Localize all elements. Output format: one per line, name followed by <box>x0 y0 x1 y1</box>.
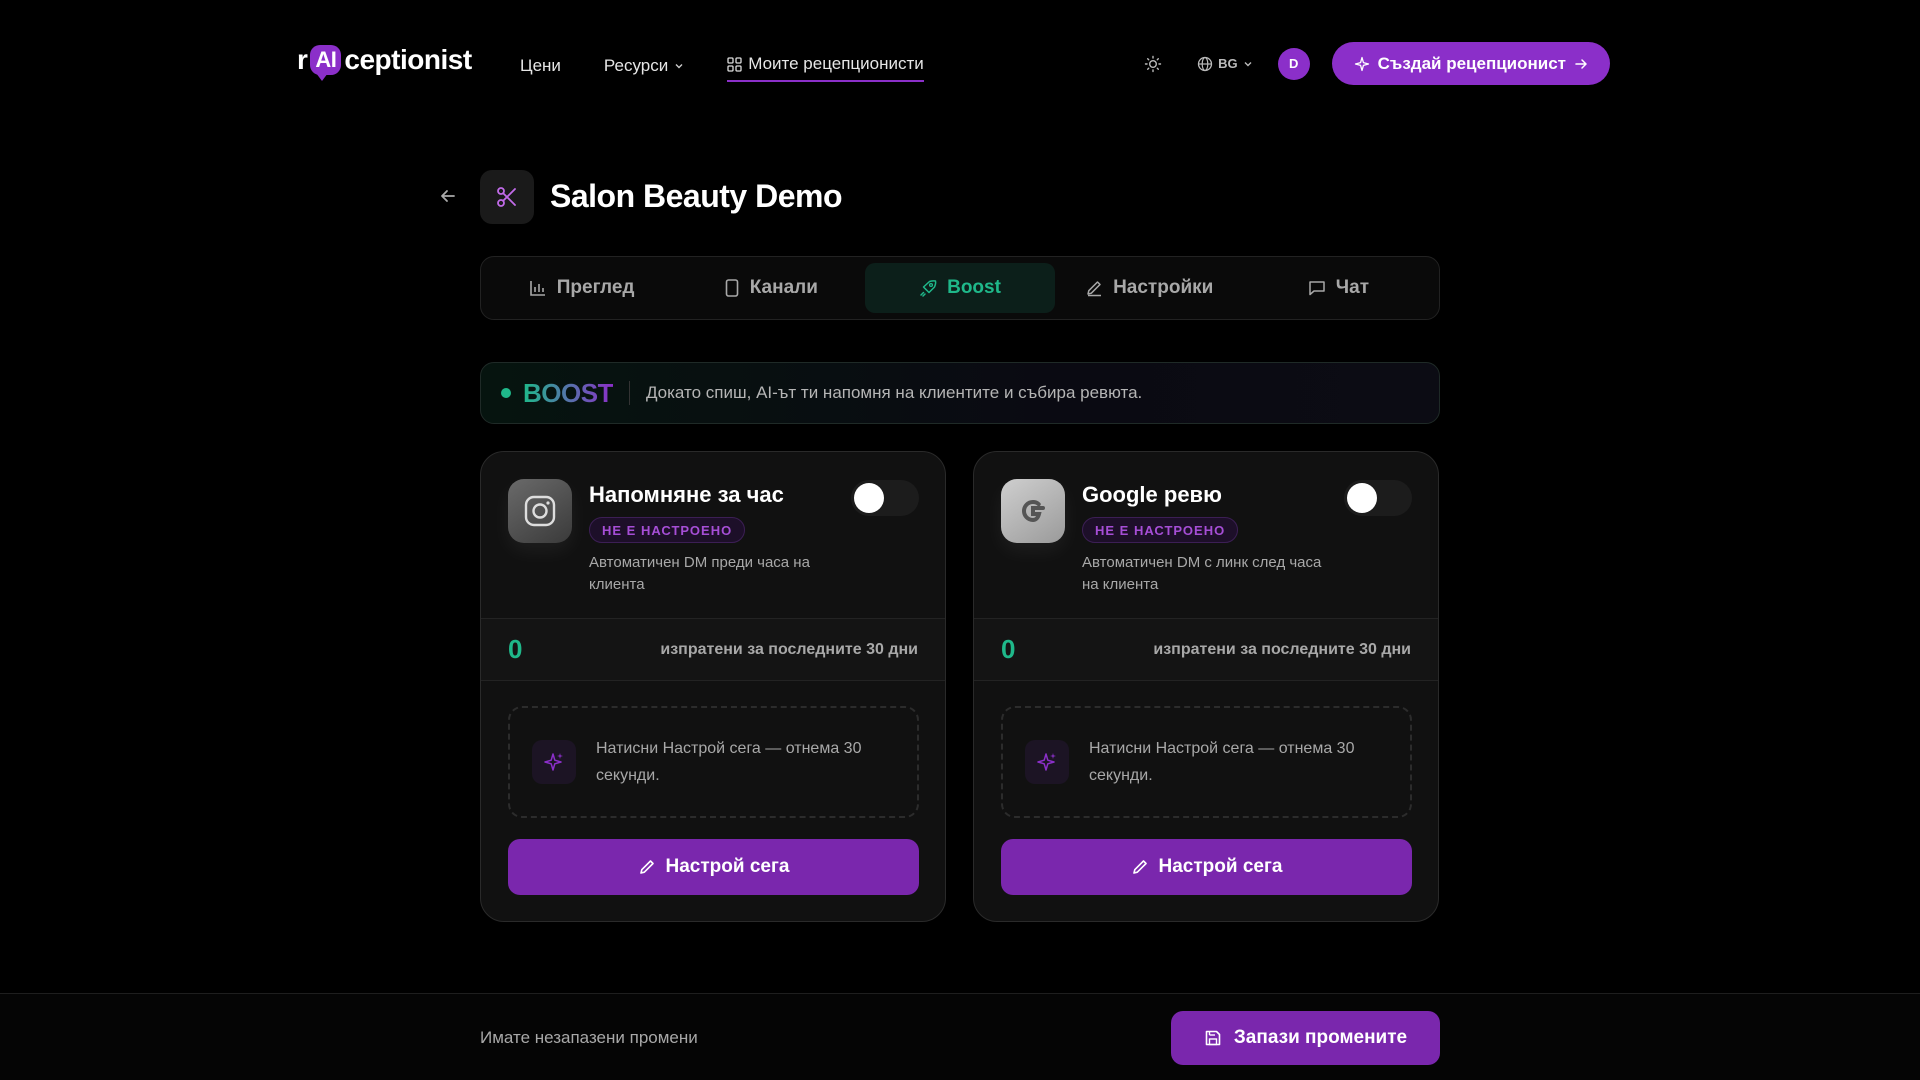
boost-card-google-review: Google ревю НЕ Е НАСТРОЕНО Автоматичен D… <box>973 451 1439 922</box>
save-changes-button[interactable]: Запази промените <box>1171 1011 1440 1065</box>
nav-right: BG D Създай рецепционист <box>1139 42 1610 85</box>
bar-chart-icon <box>529 281 545 296</box>
arrow-right-icon <box>1575 58 1587 69</box>
logo-suffix: ceptionist <box>344 44 472 75</box>
grid-icon <box>727 56 742 72</box>
sent-count-label: изпратени за последните 30 дни <box>1153 640 1411 658</box>
stats-row: 0 изпратени за последните 30 дни <box>974 618 1438 681</box>
setup-hint: Натисни Настрой сега — отнема 30 секунди… <box>1001 706 1412 818</box>
nav-link-label: Ресурси <box>603 56 669 75</box>
boost-description: Докато спиш, AI-ът ти напомня на клиенти… <box>645 383 1143 402</box>
setup-now-label: Настрой сега <box>665 856 790 877</box>
unsaved-changes-bar: Имате незапазени промени Запази променит… <box>0 993 1920 1080</box>
status-badge: НЕ Е НАСТРОЕНО <box>1082 517 1239 543</box>
sent-count: 0 <box>508 634 523 664</box>
card-title: Google ревю <box>1082 482 1222 507</box>
logo-prefix: r <box>297 44 308 75</box>
nav-link-resources[interactable]: Ресурси <box>604 52 684 80</box>
setup-now-button[interactable]: Настрой сега <box>1001 839 1412 895</box>
tab-label: Преглед <box>556 277 635 298</box>
logo-ai-mark: AI <box>310 45 342 81</box>
language-selector[interactable]: BG <box>1197 56 1253 72</box>
card-header: Google ревю НЕ Е НАСТРОЕНО Автоматичен D… <box>974 452 1438 618</box>
hint-text: Натисни Настрой сега — отнема 30 секунди… <box>596 740 862 784</box>
cta-label: Създай рецепционист <box>1377 53 1566 73</box>
setup-now-button[interactable]: Настрой сега <box>508 839 919 895</box>
rocket-icon <box>920 280 937 297</box>
tab-chat[interactable]: Чат <box>1244 263 1433 313</box>
chat-icon <box>1309 281 1325 296</box>
sparkles-icon <box>1025 740 1069 784</box>
chevron-down-icon <box>675 64 683 69</box>
sent-count-label: изпратени за последните 30 дни <box>660 640 918 658</box>
tab-label: Настройки <box>1113 277 1214 298</box>
create-receptionist-button[interactable]: Създай рецепционист <box>1331 42 1610 85</box>
tab-label: Boost <box>947 277 1001 298</box>
boost-card-reminder: Напомняне за час НЕ Е НАСТРОЕНО Автомати… <box>480 451 946 922</box>
avatar[interactable]: D <box>1277 47 1310 80</box>
tab-label: Канали <box>749 277 818 298</box>
pencil-icon <box>1132 860 1147 874</box>
logo[interactable]: r AI ceptionist <box>297 44 472 81</box>
card-description: Автоматичен DM преди часа на клиента <box>589 554 810 593</box>
boost-title: BOOST <box>523 377 613 408</box>
toggle-knob <box>854 483 884 513</box>
nav-link-label: Цени <box>520 56 561 75</box>
google-icon <box>1001 479 1065 543</box>
language-code: BG <box>1218 56 1238 71</box>
sparkles-icon <box>1354 56 1369 71</box>
globe-icon <box>1198 56 1213 71</box>
divider <box>628 381 630 405</box>
page-title: Salon Beauty Demo <box>550 178 843 214</box>
pencil-icon <box>1087 281 1102 297</box>
sparkles-icon <box>532 740 576 784</box>
phone-icon <box>725 279 739 297</box>
card-header: Напомняне за час НЕ Е НАСТРОЕНО Автомати… <box>481 452 945 618</box>
enable-toggle[interactable] <box>851 480 919 516</box>
unsaved-changes-message: Имате незапазени промени <box>480 1028 698 1047</box>
setup-hint: Натисни Настрой сега — отнема 30 секунди… <box>508 706 919 818</box>
toggle-knob <box>1347 483 1377 513</box>
setup-now-label: Настрой сега <box>1158 856 1283 877</box>
status-badge: НЕ Е НАСТРОЕНО <box>589 517 746 543</box>
pencil-icon <box>639 860 654 874</box>
boost-banner: BOOST Докато спиш, AI-ът ти напомня на к… <box>480 362 1440 424</box>
nav-link-pricing[interactable]: Цени <box>520 52 561 80</box>
sun-icon <box>1144 55 1162 72</box>
enable-toggle[interactable] <box>1344 480 1412 516</box>
chevron-down-icon <box>1244 61 1252 66</box>
instagram-icon <box>508 479 572 543</box>
nav-links: Цени Ресурси Моите рецепционисти <box>520 50 924 82</box>
tab-settings[interactable]: Настройки <box>1055 263 1244 313</box>
theme-toggle-button[interactable] <box>1139 50 1167 78</box>
scissors-icon <box>480 170 534 224</box>
top-nav: r AI ceptionist Цени Ресурси Моите рецеп… <box>0 0 1920 128</box>
nav-link-label: Моите рецепционисти <box>748 54 924 73</box>
hint-text: Натисни Настрой сега — отнема 30 секунди… <box>1089 740 1355 784</box>
card-title: Напомняне за час <box>589 482 784 507</box>
stats-row: 0 изпратени за последните 30 дни <box>481 618 945 681</box>
tab-bar: Преглед Канали Boost Настройки Чат <box>480 256 1440 320</box>
tab-label: Чат <box>1335 277 1370 298</box>
tab-boost[interactable]: Boost <box>865 263 1055 313</box>
status-dot <box>501 388 511 398</box>
tab-channels[interactable]: Канали <box>676 263 865 313</box>
save-changes-label: Запази промените <box>1233 1027 1408 1048</box>
nav-link-my-receptionists[interactable]: Моите рецепционисти <box>727 50 924 82</box>
sent-count: 0 <box>1001 634 1016 664</box>
card-description: Автоматичен DM с линк след часа на клиен… <box>1082 554 1322 593</box>
back-arrow-icon[interactable] <box>437 185 459 207</box>
save-icon <box>1205 1030 1221 1046</box>
tab-overview[interactable]: Преглед <box>487 263 676 313</box>
